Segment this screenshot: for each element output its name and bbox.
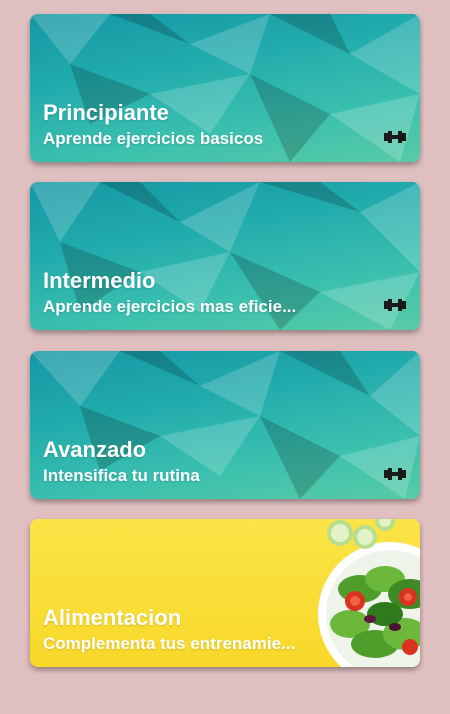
card-alimentacion[interactable]: Alimentacion Complementa tus entrenamie.… — [30, 519, 420, 667]
card-subtitle: Aprende ejercicios basicos — [43, 129, 264, 148]
card-subtitle: Aprende ejercicios mas eficie... — [43, 297, 297, 316]
card-avanzado[interactable]: Avanzado Intensifica tu rutina — [30, 351, 420, 499]
card-title: Principiante — [43, 100, 169, 125]
dumbbell-icon — [384, 131, 406, 143]
dumbbell-icon — [384, 299, 406, 311]
card-principiante[interactable]: Principiante Aprende ejercicios basicos — [30, 14, 420, 162]
card-title: Alimentacion — [43, 605, 182, 630]
salad-image — [318, 519, 420, 667]
card-title: Intermedio — [43, 268, 156, 293]
card-title: Avanzado — [43, 437, 147, 462]
card-subtitle: Intensifica tu rutina — [43, 466, 200, 485]
card-intermedio[interactable]: Intermedio Aprende ejercicios mas eficie… — [30, 182, 420, 330]
card-subtitle: Complementa tus entrenamie... — [43, 634, 296, 653]
dumbbell-icon — [384, 468, 406, 480]
